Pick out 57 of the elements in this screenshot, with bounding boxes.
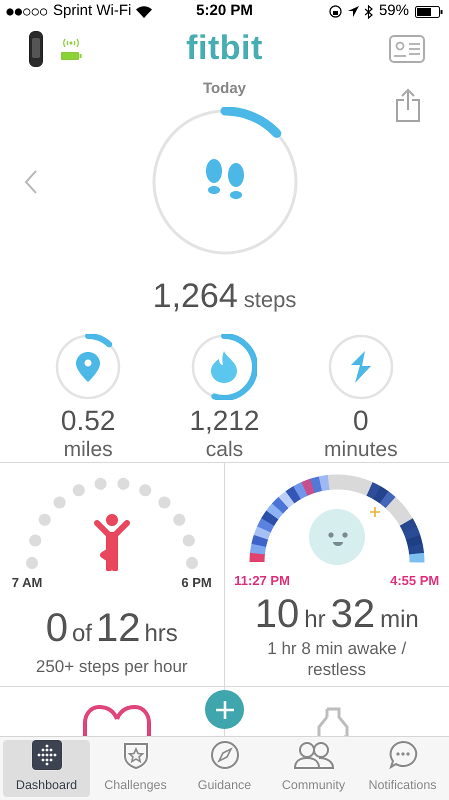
lightning-bolt-icon: [348, 350, 373, 383]
hourly-activity-tile[interactable]: 7 AM 6 PM 0 of 12 hrs 250+ steps per hour: [0, 462, 224, 686]
stat-value: 0.52: [60, 404, 116, 438]
sleep-hours: 10: [254, 594, 300, 634]
location-arrow-icon: [348, 6, 359, 18]
location-pin-icon: [76, 352, 100, 382]
bluetooth-icon: [364, 4, 373, 19]
battery-icon: [415, 6, 443, 18]
tab-bar-item[interactable]: Guidance: [181, 740, 268, 797]
stat-unit: miles: [64, 438, 113, 462]
of-label: of: [72, 619, 92, 650]
compass-icon: [210, 740, 240, 770]
flame-icon: [211, 350, 238, 383]
sparkle-icon: [370, 506, 380, 517]
bedtime-label: 11:27 PM: [234, 572, 290, 590]
battery-percentage: 59%: [378, 1, 409, 22]
sleep-hours-unit: hr: [304, 605, 326, 636]
profile-card-button[interactable]: [389, 34, 425, 63]
hours-goal: 12: [96, 606, 140, 650]
start-time-label: 7 AM: [12, 574, 42, 592]
tab-bar-item[interactable]: Dashboard: [3, 740, 90, 797]
sleep-minutes-unit: min: [380, 605, 419, 636]
share-button[interactable]: [395, 88, 421, 122]
signal-dots-icon: [6, 8, 48, 16]
wifi-icon: [136, 6, 152, 18]
tab-bar-item[interactable]: Challenges: [92, 740, 179, 797]
clock-time: 5:20 PM: [195, 1, 254, 22]
steps-count: 1,264: [152, 276, 238, 317]
stat-unit: cals: [206, 438, 244, 462]
speech-bubble-icon: [388, 740, 418, 770]
rotation-lock-icon: [328, 5, 342, 18]
people-icon: [292, 740, 334, 770]
add-button[interactable]: [205, 690, 244, 730]
dotted-grid-icon: [32, 740, 62, 770]
tracker-battery-icon: [60, 36, 82, 61]
fitbit-logo: fitbit: [185, 28, 264, 70]
sleep-tile[interactable]: 11:27 PM 4:55 PM 10 hr 32 min 1 hr 8 min awake / restless: [224, 462, 449, 686]
stat-progress-ring: [328, 334, 394, 400]
steps-unit: steps: [244, 286, 296, 314]
hourly-goal-caption: 250+ steps per hour: [36, 656, 188, 678]
active-hours-count: 0: [46, 606, 68, 650]
carrier-name: Sprint Wi-Fi: [53, 1, 132, 22]
date-label: Today: [202, 79, 246, 100]
awake-time-caption: 1 hr 8 min awake / restless: [266, 638, 408, 682]
heart-icon: [82, 705, 151, 736]
stat-value: 1,212: [189, 404, 260, 438]
tree-pose-figure-icon: [94, 512, 130, 571]
stat-value: 0: [353, 404, 369, 438]
plus-icon: [214, 700, 234, 720]
wake-time-label: 4:55 PM: [390, 572, 440, 590]
tab-bar-item[interactable]: Community: [270, 740, 357, 797]
sleep-minutes: 32: [330, 594, 376, 634]
tab-bar-item[interactable]: Notifications: [359, 740, 446, 797]
end-time-label: 6 PM: [181, 574, 212, 592]
hours-unit: hrs: [144, 619, 178, 650]
smiling-moon-icon: [306, 506, 367, 567]
stat-unit: minutes: [324, 438, 398, 462]
